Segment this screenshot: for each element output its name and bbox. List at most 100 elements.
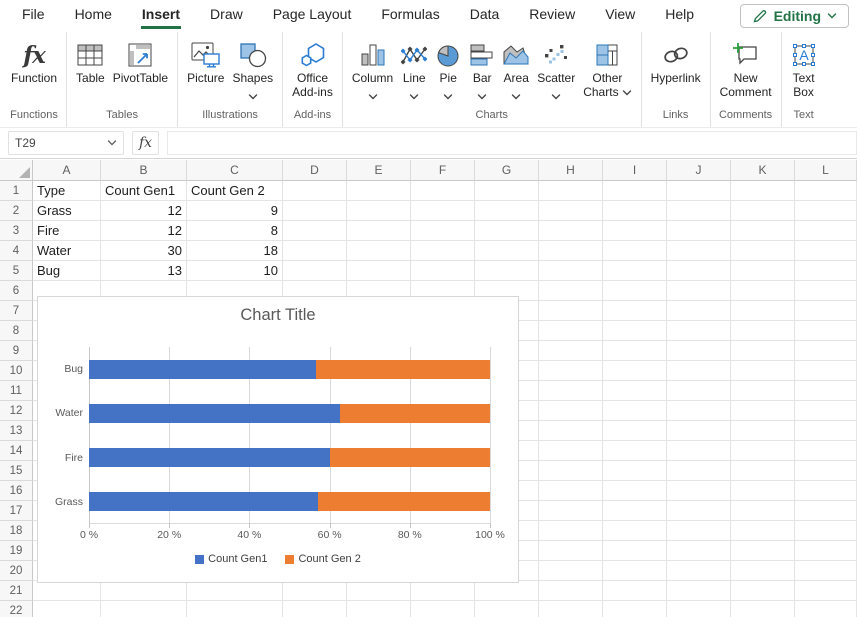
cell-H18[interactable] — [539, 521, 603, 541]
menu-tab-help[interactable]: Help — [650, 0, 709, 32]
cell-D2[interactable] — [283, 201, 347, 221]
row-header-20[interactable]: 20 — [0, 561, 33, 581]
menu-tab-file[interactable]: File — [7, 0, 60, 32]
cell-K16[interactable] — [731, 481, 795, 501]
row-header-6[interactable]: 6 — [0, 281, 33, 301]
row-header-11[interactable]: 11 — [0, 381, 33, 401]
cell-I10[interactable] — [603, 361, 667, 381]
cell-I22[interactable] — [603, 601, 667, 617]
chevron-down-icon[interactable] — [368, 88, 378, 103]
cell-I12[interactable] — [603, 401, 667, 421]
cell-A4[interactable]: Water — [33, 241, 101, 261]
chevron-down-icon[interactable] — [248, 88, 258, 103]
cell-L9[interactable] — [795, 341, 857, 361]
cell-B1[interactable]: Count Gen1 — [101, 181, 187, 201]
cell-J18[interactable] — [667, 521, 731, 541]
cell-I13[interactable] — [603, 421, 667, 441]
cell-J15[interactable] — [667, 461, 731, 481]
cell-H13[interactable] — [539, 421, 603, 441]
cell-K10[interactable] — [731, 361, 795, 381]
cell-J22[interactable] — [667, 601, 731, 617]
cell-J4[interactable] — [667, 241, 731, 261]
cell-C1[interactable]: Count Gen 2 — [187, 181, 283, 201]
cell-H16[interactable] — [539, 481, 603, 501]
cell-D4[interactable] — [283, 241, 347, 261]
cell-B22[interactable] — [101, 601, 187, 617]
column-header-D[interactable]: D — [283, 160, 347, 181]
cell-H6[interactable] — [539, 281, 603, 301]
ribbon-button-office-add-ins[interactable]: Office Add-ins — [288, 37, 337, 102]
cell-I20[interactable] — [603, 561, 667, 581]
column-header-J[interactable]: J — [667, 160, 731, 181]
cell-I21[interactable] — [603, 581, 667, 601]
chevron-down-icon[interactable] — [511, 88, 521, 103]
cell-L3[interactable] — [795, 221, 857, 241]
cell-J13[interactable] — [667, 421, 731, 441]
ribbon-button-text-box[interactable]: AText Box — [787, 37, 821, 102]
column-header-B[interactable]: B — [101, 160, 187, 181]
cell-F22[interactable] — [411, 601, 475, 617]
cell-J14[interactable] — [667, 441, 731, 461]
cell-H21[interactable] — [539, 581, 603, 601]
column-header-H[interactable]: H — [539, 160, 603, 181]
cell-E5[interactable] — [347, 261, 411, 281]
cell-A22[interactable] — [33, 601, 101, 617]
row-header-13[interactable]: 13 — [0, 421, 33, 441]
cell-D22[interactable] — [283, 601, 347, 617]
cell-J7[interactable] — [667, 301, 731, 321]
cell-B3[interactable]: 12 — [101, 221, 187, 241]
cell-C4[interactable]: 18 — [187, 241, 283, 261]
chevron-down-icon[interactable] — [409, 88, 419, 103]
cell-H2[interactable] — [539, 201, 603, 221]
cell-H5[interactable] — [539, 261, 603, 281]
cell-H15[interactable] — [539, 461, 603, 481]
menu-tab-insert[interactable]: Insert — [127, 0, 195, 32]
cell-L16[interactable] — [795, 481, 857, 501]
cell-J1[interactable] — [667, 181, 731, 201]
column-header-A[interactable]: A — [33, 160, 101, 181]
cell-I16[interactable] — [603, 481, 667, 501]
cell-L17[interactable] — [795, 501, 857, 521]
cell-F5[interactable] — [411, 261, 475, 281]
cell-J12[interactable] — [667, 401, 731, 421]
cell-L7[interactable] — [795, 301, 857, 321]
ribbon-button-pivottable[interactable]: PivotTable — [109, 37, 172, 87]
cell-H10[interactable] — [539, 361, 603, 381]
row-header-12[interactable]: 12 — [0, 401, 33, 421]
cell-L10[interactable] — [795, 361, 857, 381]
chevron-down-icon[interactable] — [477, 88, 487, 103]
cell-G1[interactable] — [475, 181, 539, 201]
menu-tab-formulas[interactable]: Formulas — [366, 0, 454, 32]
cell-J11[interactable] — [667, 381, 731, 401]
cell-L14[interactable] — [795, 441, 857, 461]
row-header-21[interactable]: 21 — [0, 581, 33, 601]
cell-L8[interactable] — [795, 321, 857, 341]
cell-H19[interactable] — [539, 541, 603, 561]
cell-K15[interactable] — [731, 461, 795, 481]
cell-H4[interactable] — [539, 241, 603, 261]
cell-G3[interactable] — [475, 221, 539, 241]
column-header-I[interactable]: I — [603, 160, 667, 181]
cell-H8[interactable] — [539, 321, 603, 341]
cell-L12[interactable] — [795, 401, 857, 421]
select-all-corner[interactable] — [0, 160, 33, 181]
column-header-G[interactable]: G — [475, 160, 539, 181]
cell-E4[interactable] — [347, 241, 411, 261]
cell-I11[interactable] — [603, 381, 667, 401]
ribbon-button-picture[interactable]: Picture — [183, 37, 228, 87]
column-header-F[interactable]: F — [411, 160, 475, 181]
ribbon-button-shapes[interactable]: Shapes — [228, 37, 277, 105]
cell-H7[interactable] — [539, 301, 603, 321]
row-header-8[interactable]: 8 — [0, 321, 33, 341]
menu-tab-data[interactable]: Data — [455, 0, 515, 32]
cell-J20[interactable] — [667, 561, 731, 581]
cell-A1[interactable]: Type — [33, 181, 101, 201]
row-header-2[interactable]: 2 — [0, 201, 33, 221]
ribbon-button-bar[interactable]: Bar — [465, 37, 499, 105]
ribbon-button-scatter[interactable]: Scatter — [533, 37, 579, 105]
cell-I18[interactable] — [603, 521, 667, 541]
cell-C3[interactable]: 8 — [187, 221, 283, 241]
cell-F3[interactable] — [411, 221, 475, 241]
cell-I2[interactable] — [603, 201, 667, 221]
cell-D1[interactable] — [283, 181, 347, 201]
